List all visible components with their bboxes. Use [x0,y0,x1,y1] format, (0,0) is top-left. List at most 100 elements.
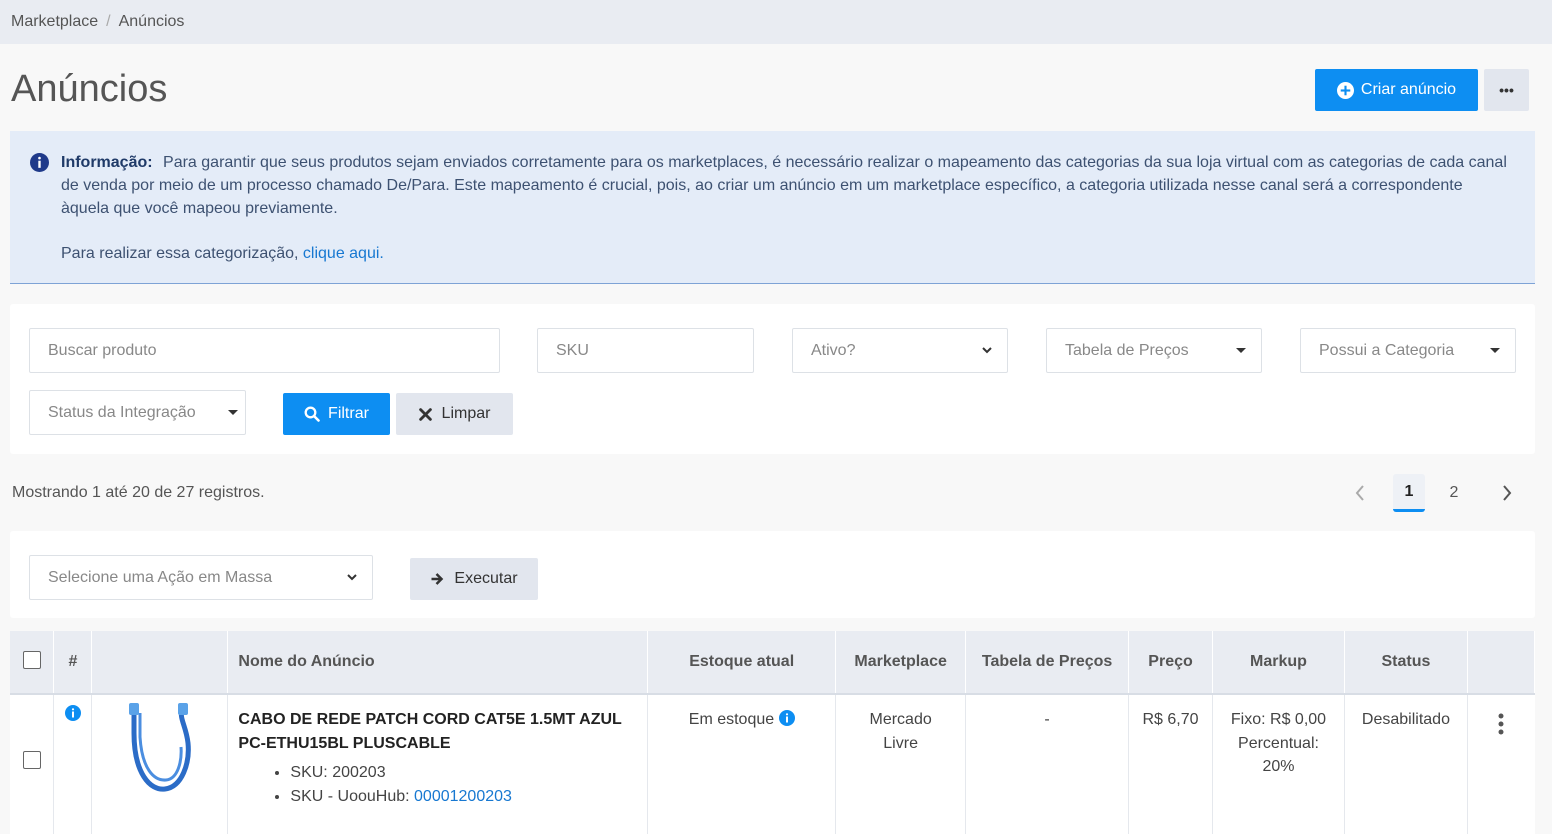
search-product-input[interactable]: Buscar produto [29,328,500,373]
kebab-menu-icon[interactable] [1498,713,1504,735]
markup-percent: 20% [1262,758,1295,775]
price-value: R$ 6,70 [1142,711,1199,728]
chevron-down-icon [347,574,357,581]
clear-button[interactable]: Limpar [396,393,513,435]
ellipsis-icon: ••• [1499,82,1514,98]
plus-circle-icon [1336,81,1354,99]
price-table-value: - [1044,711,1050,728]
page-2-button[interactable]: 2 [1438,474,1470,512]
info-text: Para garantir que seus produtos sejam en… [61,154,1507,217]
product-image[interactable] [120,703,200,795]
list-item: SKU - UoouHub: 00001200203 [290,785,647,809]
integration-status-dropdown[interactable]: Status da Integração [29,390,246,435]
col-header-markup[interactable]: Markup [1212,631,1345,695]
categorization-link[interactable]: clique aqui. [303,245,384,262]
chevron-right-icon [1503,485,1512,501]
mass-action-value: Selecione uma Ação em Massa [48,568,273,586]
info-alert: Informação: Para garantir que seus produ… [10,131,1535,284]
filter-label: Filtrar [328,405,369,422]
prev-page-button[interactable] [1344,474,1376,512]
price-cell: R$ 6,70 [1128,694,1214,834]
col-header-status[interactable]: Status [1344,631,1468,695]
price-table-dropdown[interactable]: Tabela de Preços [1046,328,1262,373]
price-table-cell: - [965,694,1130,834]
breadcrumb-marketplace[interactable]: Marketplace [11,13,98,31]
clear-label: Limpar [441,405,491,422]
product-name-cell: CABO DE REDE PATCH CORD CAT5E 1.5MT AZUL… [227,694,649,834]
caret-down-icon [1490,348,1500,353]
records-count: Mostrando 1 até 20 de 27 registros. [12,484,265,501]
product-sku-hub-link[interactable]: 00001200203 [414,788,512,805]
product-sku: SKU: 200203 [290,764,386,781]
info-icon [30,153,49,172]
filter-button[interactable]: Filtrar [283,393,390,435]
chevron-left-icon [1355,485,1364,501]
status-value: Desabilitado [1361,711,1450,728]
row-info-cell [53,694,93,834]
next-page-button[interactable] [1491,474,1523,512]
mass-action-select[interactable]: Selecione uma Ação em Massa [29,555,373,600]
info-text-2: Para realizar essa categorização, [61,245,299,262]
info-paragraph: Informação: Para garantir que seus produ… [61,151,1515,220]
row-actions-cell [1467,694,1534,834]
has-category-value: Possui a Categoria [1319,341,1455,359]
markup-fixed: Fixo: R$ 0,00 [1230,711,1327,728]
breadcrumb-anuncios: Anúncios [118,13,185,30]
arrow-right-icon [431,573,444,585]
col-header-actions [1467,631,1536,695]
status-cell: Desabilitado [1344,694,1468,834]
stock-status: Em estoque [688,711,775,728]
col-header-name[interactable]: Nome do Anúncio [227,631,649,695]
select-all-cell [10,631,55,695]
price-table-value: Tabela de Preços [1065,341,1189,359]
row-checkbox-cell [10,694,55,834]
row-checkbox[interactable] [22,751,41,769]
markup-percent-label: Percentual: [1238,734,1319,752]
col-header-price[interactable]: Preço [1128,631,1214,695]
caret-down-icon [228,410,238,415]
info-icon[interactable] [64,705,81,721]
marketplace-name: Mercado Livre [869,711,932,752]
integration-status-value: Status da Integração [48,403,196,421]
execute-button[interactable]: Executar [410,558,538,600]
filters-panel: Buscar produto SKU Ativo? Tabela de Preç… [10,304,1535,454]
col-header-image [91,631,229,695]
col-header-price-table[interactable]: Tabela de Preços [965,631,1130,695]
info-icon[interactable] [778,710,795,726]
sku-placeholder: SKU [556,341,589,359]
col-header-stock[interactable]: Estoque atual [647,631,837,695]
breadcrumb-separator: / [106,13,111,30]
info-paragraph-2: Para realizar essa categorização, clique… [61,242,1515,265]
has-category-dropdown[interactable]: Possui a Categoria [1300,328,1516,373]
product-image-cell [91,694,229,834]
col-header-marketplace[interactable]: Marketplace [835,631,967,695]
table-header-row: # Nome do Anúncio Estoque atual Marketpl… [10,631,1536,695]
create-ad-button[interactable]: Criar anúncio [1315,69,1478,111]
more-options-button[interactable]: ••• [1484,69,1529,111]
table-row: CABO DE REDE PATCH CORD CAT5E 1.5MT AZUL… [10,694,1535,834]
ads-table: # Nome do Anúncio Estoque atual Marketpl… [10,631,1536,834]
create-ad-label: Criar anúncio [1360,81,1457,98]
list-item: SKU: 200203 [290,761,647,785]
info-title: Informação: [61,154,153,171]
active-select[interactable]: Ativo? [792,328,1008,373]
active-select-value: Ativo? [811,341,856,359]
product-sku-list: SKU: 200203 SKU - UoouHub: 00001200203 [290,761,647,808]
page-title: Anúncios [11,68,168,110]
chevron-down-icon [982,347,992,354]
execute-label: Executar [454,570,518,587]
marketplace-cell: Mercado Livre [835,694,967,834]
stock-cell: Em estoque [647,694,837,834]
page-1-button[interactable]: 1 [1393,474,1425,512]
markup-cell: Fixo: R$ 0,00 Percentual: 20% [1212,694,1345,834]
close-icon [418,407,432,421]
col-header-number: # [53,631,93,695]
breadcrumb: Marketplace / Anúncios [0,0,1552,44]
search-icon [304,406,320,422]
caret-down-icon [1236,348,1246,353]
mass-action-panel: Selecione uma Ação em Massa Executar [10,531,1535,618]
product-name[interactable]: CABO DE REDE PATCH CORD CAT5E 1.5MT AZUL… [238,708,647,755]
sku-input[interactable]: SKU [537,328,754,373]
select-all-checkbox[interactable] [22,650,41,669]
product-sku-hub-label: SKU - UoouHub: [290,787,410,805]
